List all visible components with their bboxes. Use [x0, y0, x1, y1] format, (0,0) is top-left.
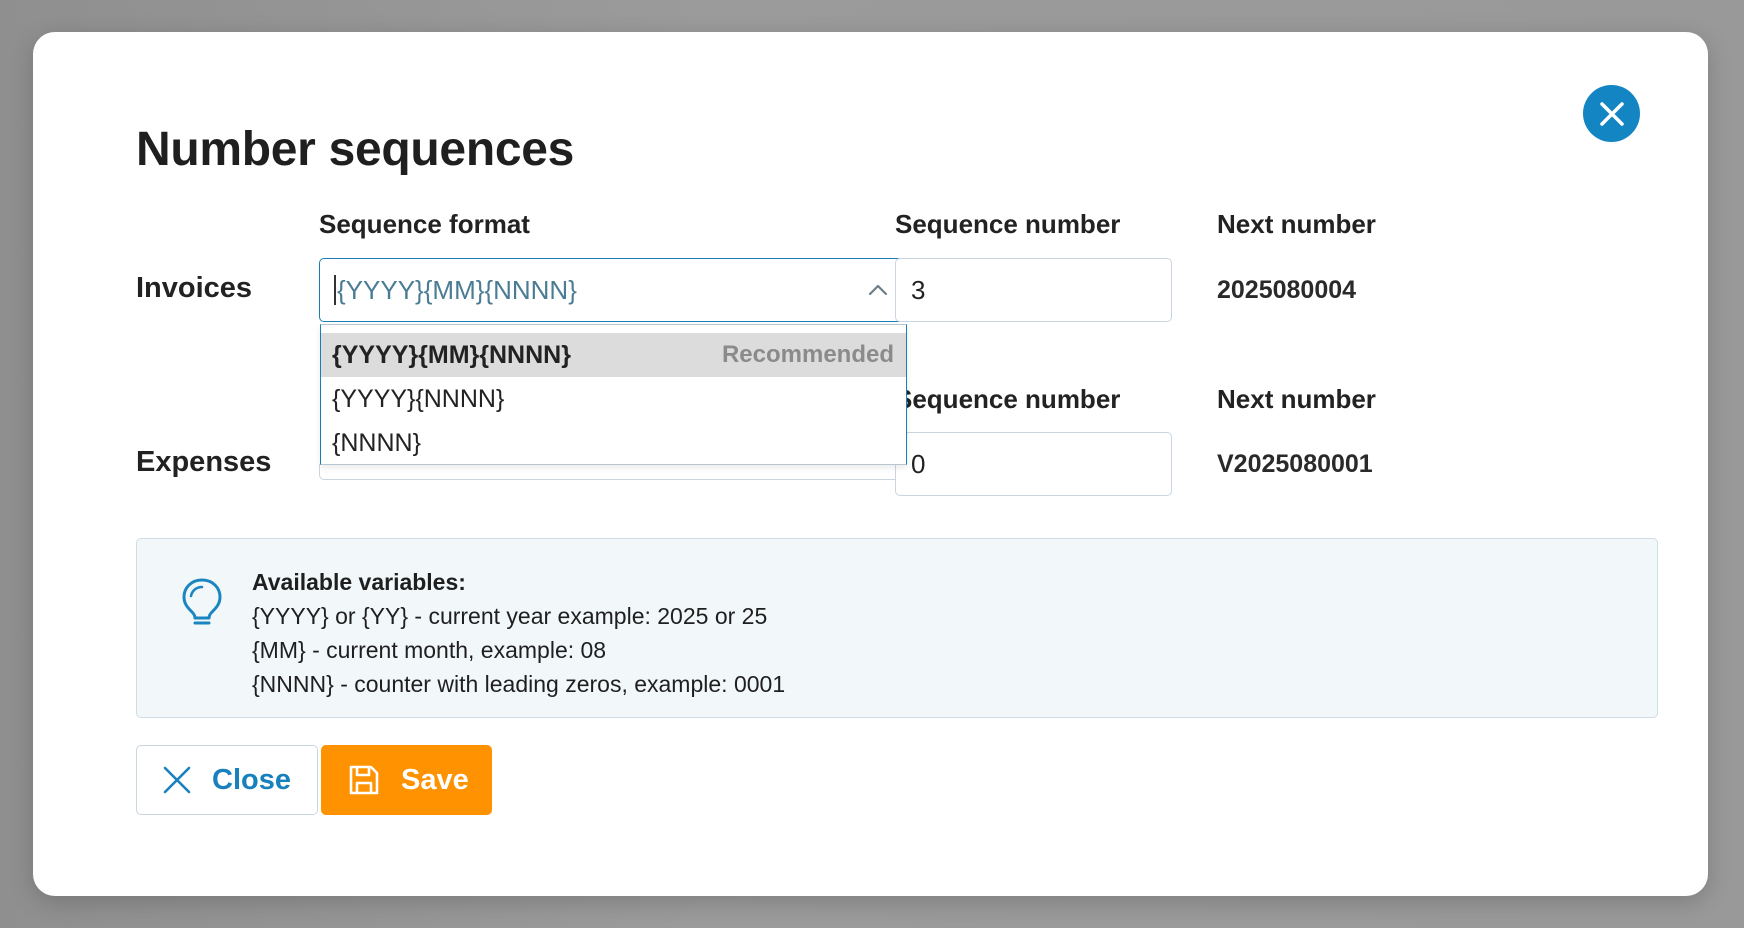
dropdown-option[interactable]: {YYYY}{NNNN} — [321, 377, 906, 421]
dropdown-option[interactable]: {NNNN} — [321, 421, 906, 465]
invoices-format-value: {YYYY}{MM}{NNNN} — [337, 274, 577, 305]
column-header-next-number: Next number — [1217, 209, 1376, 239]
chevron-up-icon[interactable] — [867, 279, 889, 301]
close-icon — [1599, 101, 1624, 126]
expenses-seq-number-input[interactable]: 0 — [895, 432, 1172, 496]
row-label-invoices: Invoices — [136, 272, 253, 304]
expenses-format-select[interactable] — [319, 464, 908, 480]
save-button-label: Save — [401, 763, 469, 796]
option-label: {YYYY}{MM}{NNNN} — [332, 340, 571, 369]
close-button-label: Close — [212, 763, 291, 796]
floppy-disk-icon — [347, 763, 381, 797]
info-line: {MM} - current month, example: 08 — [252, 637, 607, 663]
option-label: {NNNN} — [332, 428, 421, 457]
option-label: {YYYY}{NNNN} — [332, 384, 505, 413]
info-heading: Available variables: — [252, 569, 466, 595]
invoices-seq-number-input[interactable]: 3 — [895, 258, 1172, 322]
info-text: Available variables: {YYYY} or {YY} - cu… — [252, 565, 785, 701]
column-header-format: Sequence format — [319, 209, 530, 239]
recommended-tag: Recommended — [721, 341, 894, 368]
lightbulb-icon — [182, 578, 222, 625]
invoices-next-number: 2025080004 — [1217, 276, 1357, 304]
dialog-title: Number sequences — [136, 123, 575, 176]
variables-info-box: Available variables: {YYYY} or {YY} - cu… — [136, 538, 1658, 718]
row-label-expenses: Expenses — [136, 446, 272, 478]
column-header-seq-number: Sequence number — [895, 209, 1121, 239]
close-dialog-button[interactable] — [1583, 85, 1640, 142]
expenses-next-number: V2025080001 — [1217, 450, 1373, 478]
text-caret — [334, 275, 336, 305]
info-line: {YYYY} or {YY} - current year example: 2… — [252, 603, 768, 629]
dropdown-option[interactable]: {YYYY}{MM}{NNNN} Recommended — [321, 333, 906, 377]
info-line: {NNNN} - counter with leading zeros, exa… — [252, 671, 786, 697]
invoices-format-select[interactable]: {YYYY}{MM}{NNNN} — [319, 258, 908, 322]
number-sequences-dialog: Number sequences Sequence format Sequenc… — [33, 32, 1708, 896]
close-button[interactable]: Close — [136, 745, 318, 815]
format-dropdown-list: {YYYY}{MM}{NNNN} Recommended {YYYY}{NNNN… — [320, 324, 907, 465]
save-button[interactable]: Save — [321, 745, 492, 815]
close-icon — [162, 765, 192, 795]
column-header-seq-number-expenses: Sequence number — [895, 384, 1121, 414]
column-header-next-number-expenses: Next number — [1217, 384, 1376, 414]
